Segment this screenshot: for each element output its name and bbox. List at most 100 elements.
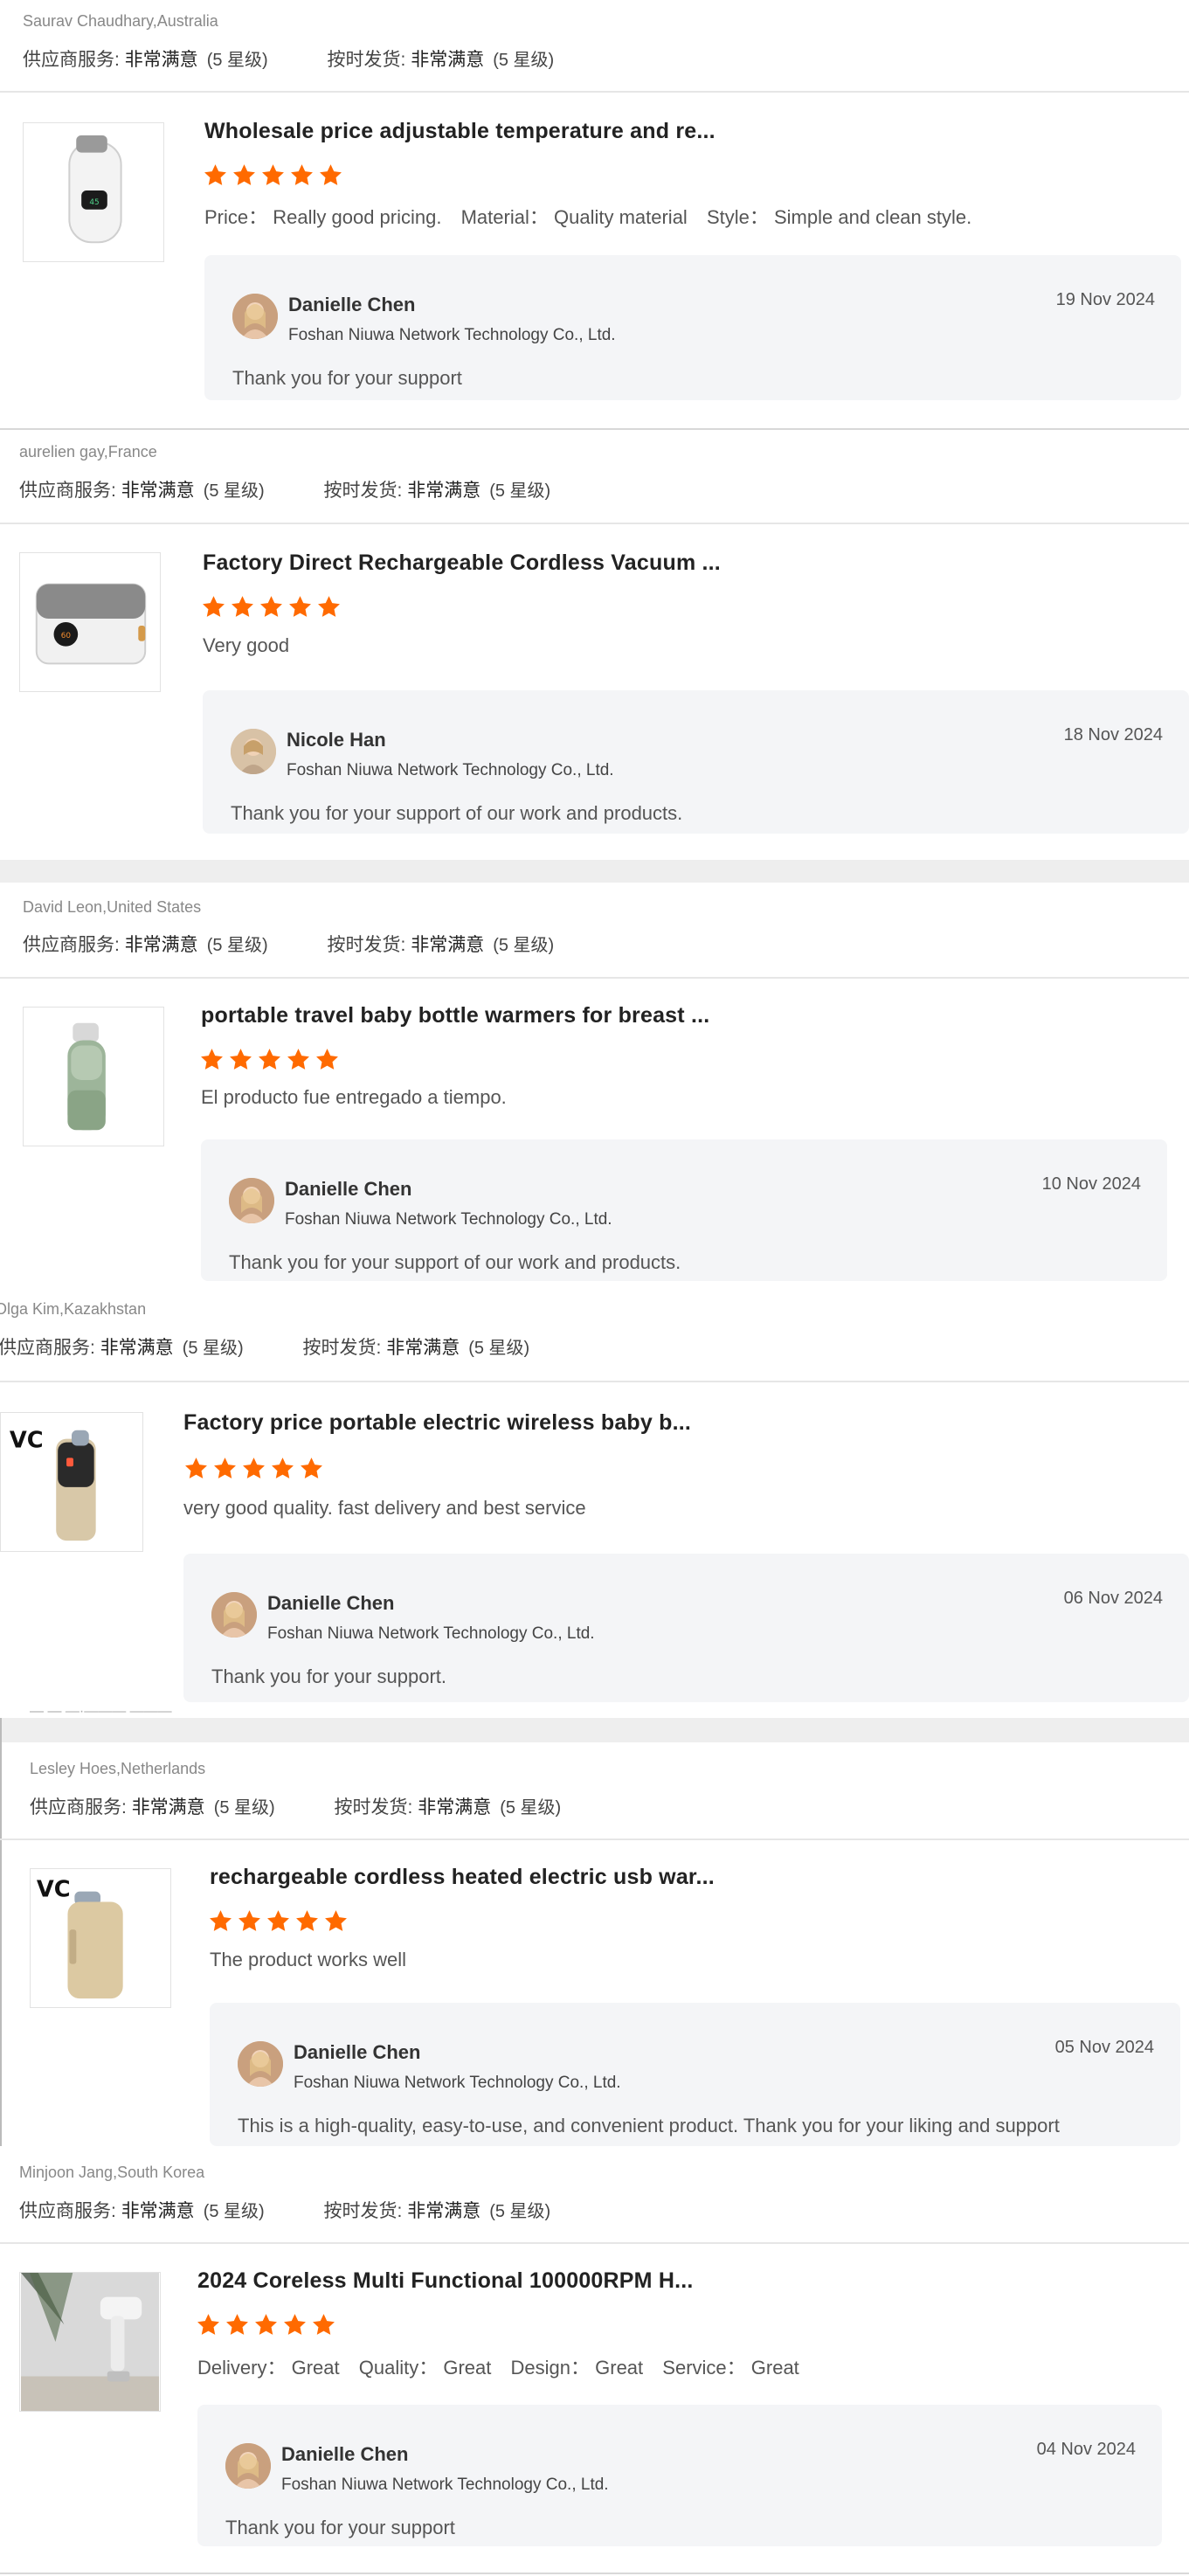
- product-thumbnail[interactable]: [19, 2272, 161, 2412]
- star-rating: [208, 1908, 352, 1936]
- star-icon: [311, 2312, 336, 2337]
- svg-text:VC: VC: [10, 1428, 44, 1454]
- replier-company: Foshan Niuwa Network Technology Co., Ltd…: [267, 1624, 595, 1643]
- star-icon: [203, 163, 228, 188]
- star-icon: [196, 2312, 221, 2337]
- star-icon: [286, 1047, 311, 1072]
- star-rating: [203, 163, 347, 190]
- product-title[interactable]: rechargeable cordless heated electric us…: [210, 1865, 715, 1890]
- star-rating: [199, 1047, 343, 1075]
- clipped-text-artifact: — — —·——— ———: [30, 1704, 172, 1714]
- star-icon: [287, 594, 313, 620]
- product-title[interactable]: Factory Direct Rechargeable Cordless Vac…: [203, 551, 721, 576]
- product-thumbnail[interactable]: VC: [0, 1412, 143, 1552]
- star-icon: [212, 1456, 238, 1481]
- product-title[interactable]: portable travel baby bottle warmers for …: [201, 1003, 709, 1028]
- star-icon: [225, 2312, 250, 2337]
- star-icon: [266, 1908, 291, 1934]
- avatar: [238, 2041, 283, 2087]
- review-comment: very good quality. fast delivery and bes…: [183, 1497, 586, 1519]
- divider: [0, 428, 1189, 430]
- product-title[interactable]: 2024 Coreless Multi Functional 100000RPM…: [197, 2268, 694, 2294]
- avatar: [232, 294, 278, 339]
- reply-text: This is a high-quality, easy-to-use, and…: [238, 2115, 1060, 2136]
- divider: [0, 1839, 1189, 1840]
- reply-text: Thank you for your support of our work a…: [229, 1251, 681, 1273]
- product-thumbnail[interactable]: VC: [30, 1868, 171, 2008]
- star-icon: [208, 1908, 233, 1934]
- review-comment: The product works well: [210, 1949, 406, 1970]
- rating-summary: 供应商服务: 非常满意 (5 星级) 按时发货: 非常满意 (5 星级): [23, 45, 608, 72]
- reply-date: 05 Nov 2024: [1054, 2038, 1154, 2057]
- reply-date: 19 Nov 2024: [1055, 290, 1155, 309]
- divider: [0, 977, 1189, 979]
- star-icon: [270, 1456, 295, 1481]
- replier-name: Danielle Chen: [288, 294, 416, 315]
- star-icon: [257, 1047, 282, 1072]
- replier-company: Foshan Niuwa Network Technology Co., Ltd…: [287, 761, 614, 779]
- seller-reply: Danielle Chen Foshan Niuwa Network Techn…: [183, 1554, 1189, 1702]
- product-title[interactable]: Factory price portable electric wireless…: [183, 1410, 691, 1436]
- divider: [0, 2242, 1189, 2244]
- reviewer-name: David Leon,United States: [23, 898, 202, 916]
- replier-name: Danielle Chen: [267, 1592, 395, 1614]
- star-rating: [201, 594, 345, 622]
- star-icon: [241, 1456, 266, 1481]
- divider: [0, 2573, 1189, 2574]
- avatar: [229, 1178, 274, 1223]
- reply-date: 18 Nov 2024: [1063, 725, 1163, 744]
- product-thumbnail[interactable]: [23, 1007, 164, 1146]
- replier-company: Foshan Niuwa Network Technology Co., Ltd…: [294, 2074, 621, 2092]
- star-icon: [318, 163, 343, 188]
- reviewer-name: Saurav Chaudhary,Australia: [23, 12, 218, 30]
- star-icon: [253, 2312, 279, 2337]
- star-icon: [316, 594, 342, 620]
- product-thumbnail[interactable]: 45: [23, 122, 164, 262]
- star-icon: [260, 163, 286, 188]
- review-comment: El producto fue entregado a tiempo.: [201, 1086, 507, 1108]
- supplier-service-value: 非常满意: [124, 50, 198, 70]
- svg-text:60: 60: [61, 632, 72, 641]
- reply-text: Thank you for your support.: [211, 1665, 447, 1687]
- replier-name: Danielle Chen: [285, 1178, 412, 1200]
- reply-text: Thank you for your support of our work a…: [231, 802, 683, 824]
- star-icon: [289, 163, 315, 188]
- star-icon: [232, 163, 257, 188]
- avatar: [231, 729, 276, 774]
- replier-company: Foshan Niuwa Network Technology Co., Ltd…: [288, 326, 616, 344]
- avatar: [211, 1592, 257, 1638]
- section-separator: [0, 1718, 1189, 1742]
- product-thumbnail[interactable]: 60: [19, 552, 161, 692]
- reply-text: Thank you for your support: [225, 2517, 455, 2538]
- reply-date: 06 Nov 2024: [1063, 1589, 1163, 1608]
- reviewer-name: Olga Kim,Kazakhstan: [0, 1300, 147, 1318]
- star-icon: [315, 1047, 340, 1072]
- star-icon: [299, 1456, 324, 1481]
- replier-name: Danielle Chen: [294, 2041, 421, 2063]
- reply-text: Thank you for your support: [232, 367, 462, 389]
- reviewer-name: Minjoon Jang,South Korea: [19, 2164, 205, 2181]
- seller-reply: Danielle Chen Foshan Niuwa Network Techn…: [197, 2405, 1162, 2546]
- left-border: [0, 1718, 2, 2146]
- review-comment: Price： Really good pricing. Material： Qu…: [204, 206, 972, 228]
- divider: [0, 91, 1189, 93]
- svg-text:VC: VC: [37, 1877, 71, 1903]
- star-icon: [201, 594, 226, 620]
- on-time-shipment-level: (5 星级): [493, 51, 555, 70]
- reviewer-name: aurelien gay,France: [19, 443, 157, 460]
- replier-name: Danielle Chen: [281, 2443, 409, 2465]
- product-title[interactable]: Wholesale price adjustable temperature a…: [204, 119, 715, 144]
- supplier-service-label: 供应商服务:: [23, 50, 120, 70]
- replier-name: Nicole Han: [287, 729, 386, 751]
- rating-summary: 供应商服务: 非常满意 (5 星级) 按时发货: 非常满意 (5 星级): [19, 2201, 551, 2221]
- rating-summary: 供应商服务: 非常满意 (5 星级) 按时发货: 非常满意 (5 星级): [0, 1338, 530, 1358]
- rating-summary: 供应商服务: 非常满意 (5 星级) 按时发货: 非常满意 (5 星级): [23, 935, 555, 955]
- star-icon: [183, 1456, 209, 1481]
- star-icon: [323, 1908, 349, 1934]
- star-icon: [230, 594, 255, 620]
- replier-company: Foshan Niuwa Network Technology Co., Ltd…: [285, 1210, 612, 1229]
- seller-reply: Danielle Chen Foshan Niuwa Network Techn…: [210, 2003, 1180, 2146]
- star-rating: [196, 2312, 340, 2340]
- star-rating: [183, 1456, 328, 1484]
- star-icon: [282, 2312, 308, 2337]
